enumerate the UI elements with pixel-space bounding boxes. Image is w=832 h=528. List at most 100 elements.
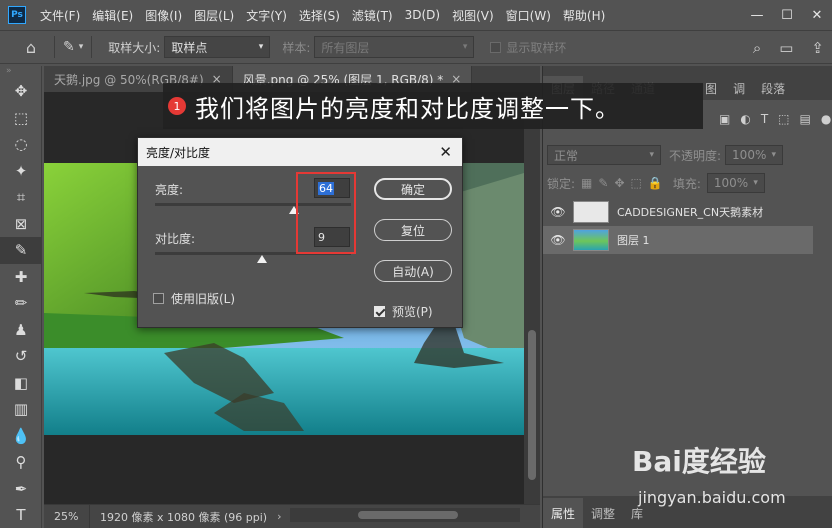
sample-value: 所有图层 <box>321 40 370 55</box>
dialog-title-bar: 亮度/对比度 ✕ <box>138 138 462 166</box>
lock-pixels-icon[interactable]: ▦ <box>581 176 592 190</box>
menu-3d[interactable]: 3D(D) <box>399 8 446 22</box>
sample-size-label: 取样大小: <box>108 40 161 55</box>
blur-tool-icon[interactable]: 💧 <box>0 423 42 450</box>
use-legacy-label: 使用旧版(L) <box>171 292 236 306</box>
menu-layer[interactable]: 图层(L) <box>188 7 240 24</box>
document-info: 1920 像素 x 1080 像素 (96 ppi) <box>100 510 268 524</box>
move-tool-icon[interactable]: ✥ <box>0 78 42 105</box>
tools-panel: » ✥ ⬚ ◌ ✦ ⌗ ⊠ ✎ ✚ ✏ ♟ ↺ ◧ ▥ 💧 ⚲ ✒ T <box>0 66 42 528</box>
use-legacy-checkbox[interactable]: 使用旧版(L) <box>153 290 235 307</box>
gradient-tool-icon[interactable]: ▥ <box>0 396 42 423</box>
menu-image[interactable]: 图像(I) <box>139 7 188 24</box>
blend-mode-select[interactable]: 正常 ▾ <box>547 145 661 165</box>
share-icon[interactable]: ⇪ <box>811 39 824 57</box>
vertical-scrollbar[interactable] <box>524 92 540 504</box>
clone-stamp-tool-icon[interactable]: ♟ <box>0 317 42 344</box>
sample-size-select[interactable]: 取样点 ▾ <box>164 36 271 58</box>
eyedropper-tool-icon[interactable]: ✎ <box>0 237 42 264</box>
lock-position-icon[interactable]: ✥ <box>614 176 624 190</box>
brush-tool-icon[interactable]: ✏ <box>0 290 42 317</box>
menu-help[interactable]: 帮助(H) <box>557 7 611 24</box>
contrast-label: 对比度: <box>155 232 196 246</box>
blend-row: 正常 ▾ 不透明度: 100% ▾ <box>547 144 829 166</box>
tab-adjustments[interactable]: 调整 <box>583 498 623 528</box>
menu-select[interactable]: 选择(S) <box>293 7 346 24</box>
toggle-filter-icon[interactable]: ● <box>821 112 831 126</box>
opacity-input[interactable]: 100% ▾ <box>725 145 784 165</box>
tool-preset-picker[interactable]: ✎ ▾ <box>63 39 83 55</box>
image-filter-icon[interactable]: ▣ <box>719 112 730 126</box>
tutorial-caption: 1 我们将图片的亮度和对比度调整一下。 <box>163 83 703 129</box>
shape-filter-icon[interactable]: ⬚ <box>778 112 789 126</box>
menu-type[interactable]: 文字(Y) <box>240 7 293 24</box>
photoshop-window: Ps 文件(F) 编辑(E) 图像(I) 图层(L) 文字(Y) 选择(S) 滤… <box>0 0 832 528</box>
contrast-slider-thumb[interactable] <box>257 255 267 263</box>
magic-wand-tool-icon[interactable]: ✦ <box>0 158 42 185</box>
preview-label: 预览(P) <box>392 305 433 319</box>
layer-row-selected[interactable]: 👁 图层 1 <box>543 226 813 254</box>
layer-row[interactable]: 👁 CADDESIGNER_CN天鹅素材 <box>543 198 813 226</box>
preview-checkbox[interactable]: 预览(P) <box>374 303 433 320</box>
menu-file[interactable]: 文件(F) <box>34 7 86 24</box>
minimize-button[interactable]: — <box>742 0 772 30</box>
divider <box>54 36 55 58</box>
show-sampling-ring-checkbox[interactable]: 显示取样环 <box>490 39 566 56</box>
menu-window[interactable]: 窗口(W) <box>500 7 557 24</box>
tab-adjust[interactable]: 调 <box>725 76 753 100</box>
lasso-tool-icon[interactable]: ◌ <box>0 131 42 158</box>
search-icon[interactable]: ⌕ <box>753 39 761 57</box>
zoom-level[interactable]: 25% <box>44 504 90 528</box>
chevron-right-icon[interactable]: › <box>277 510 281 523</box>
eyedropper-icon: ✎ <box>63 39 75 55</box>
marquee-tool-icon[interactable]: ⬚ <box>0 105 42 132</box>
auto-button[interactable]: 自动(A) <box>374 260 452 282</box>
frame-tool-icon[interactable]: ⊠ <box>0 211 42 238</box>
sample-select[interactable]: 所有图层 ▾ <box>314 36 475 58</box>
smart-object-filter-icon[interactable]: ▤ <box>800 112 811 126</box>
options-right-icons: ⌕ ▭ ⇪ <box>753 31 824 65</box>
fill-input[interactable]: 100% ▾ <box>706 173 765 193</box>
close-icon[interactable]: ✕ <box>439 143 452 161</box>
menu-view[interactable]: 视图(V) <box>446 7 500 24</box>
layer-name: CADDESIGNER_CN天鹅素材 <box>617 206 764 219</box>
tab-properties[interactable]: 属性 <box>543 498 584 528</box>
visibility-eye-icon[interactable]: 👁 <box>543 205 573 219</box>
healing-brush-tool-icon[interactable]: ✚ <box>0 264 42 291</box>
workspace-icon[interactable]: ▭ <box>779 39 793 57</box>
type-filter-icon[interactable]: T <box>761 112 768 126</box>
watermark-logo: Bai度经验 <box>632 445 766 478</box>
adjustment-filter-icon[interactable]: ◐ <box>740 112 750 126</box>
lock-all-icon[interactable]: 🔒 <box>648 176 663 190</box>
crop-tool-icon[interactable]: ⌗ <box>0 184 42 211</box>
horizontal-scrollbar[interactable] <box>290 508 520 522</box>
tab-paragraph[interactable]: 段落 <box>753 76 793 100</box>
dodge-tool-icon[interactable]: ⚲ <box>0 449 42 476</box>
watermark-url: jingyan.baidu.com <box>638 488 786 507</box>
panel-grip-icon[interactable]: » <box>0 66 41 78</box>
lock-paint-icon[interactable]: ✎ <box>598 176 608 190</box>
sample-label: 样本: <box>282 40 311 55</box>
dialog-title: 亮度/对比度 <box>146 145 211 160</box>
lock-artboard-icon[interactable]: ⬚ <box>631 176 642 190</box>
home-icon[interactable]: ⌂ <box>16 35 46 59</box>
maximize-button[interactable]: ☐ <box>772 0 802 30</box>
type-tool-icon[interactable]: T <box>0 502 42 528</box>
fill-label: 填充: <box>672 176 701 191</box>
close-window-button[interactable]: ✕ <box>802 0 832 30</box>
menu-edit[interactable]: 编辑(E) <box>86 7 139 24</box>
visibility-eye-icon[interactable]: 👁 <box>543 233 573 247</box>
history-brush-tool-icon[interactable]: ↺ <box>0 343 42 370</box>
eraser-tool-icon[interactable]: ◧ <box>0 370 42 397</box>
blend-mode-value: 正常 <box>554 148 579 163</box>
menu-filter[interactable]: 滤镜(T) <box>346 7 399 24</box>
reset-button[interactable]: 复位 <box>374 219 452 241</box>
lock-label: 锁定: <box>547 176 576 191</box>
scroll-thumb[interactable] <box>528 330 536 480</box>
ok-button[interactable]: 确定 <box>374 178 452 200</box>
checkbox-box <box>374 306 385 317</box>
pen-tool-icon[interactable]: ✒ <box>0 476 42 503</box>
scroll-thumb[interactable] <box>358 511 458 519</box>
layer-name: 图层 1 <box>617 234 650 247</box>
highlight-annotation <box>296 172 356 254</box>
